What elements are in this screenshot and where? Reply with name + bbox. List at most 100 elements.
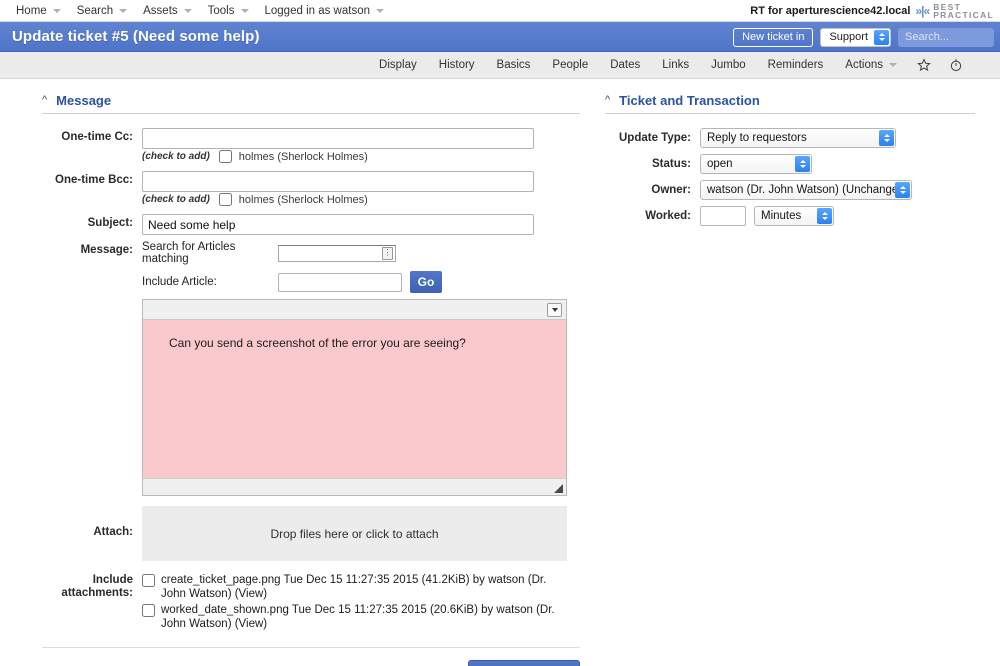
include-article-label: Include Article: <box>142 276 217 288</box>
message-editor: Can you send a screenshot of the error y… <box>142 299 567 496</box>
onetime-bcc-label: One-time Bcc: <box>55 174 133 186</box>
tab-dates-label: Dates <box>610 59 641 71</box>
tab-basics[interactable]: Basics <box>486 59 542 71</box>
onetime-cc-checkbox-label: holmes (Sherlock Holmes) <box>238 150 368 163</box>
select-arrows-icon <box>895 182 910 198</box>
attachment-checkbox[interactable] <box>142 604 155 617</box>
chevron-down-icon <box>119 8 128 13</box>
tab-actions-label: Actions <box>845 59 883 71</box>
include-attachments-row: Include attachments: create_ticket_page.… <box>42 571 600 633</box>
message-textarea[interactable]: Can you send a screenshot of the error y… <box>143 320 566 478</box>
onetime-bcc-checkbox[interactable] <box>218 193 232 206</box>
brand-line-2: PRACTICAL <box>933 10 994 20</box>
onetime-cc-input[interactable] <box>142 128 534 149</box>
owner-row: Owner: watson (Dr. John Watson) (Unchang… <box>605 180 1000 200</box>
attach-dropzone[interactable]: Drop files here or click to attach <box>142 506 567 561</box>
tab-basics-label: Basics <box>496 59 531 71</box>
include-article-input[interactable] <box>278 272 402 292</box>
update-type-label: Update Type: <box>619 132 691 144</box>
attach-field: Drop files here or click to attach <box>142 506 600 561</box>
chevron-down-icon <box>376 8 384 13</box>
tab-jumbo[interactable]: Jumbo <box>700 59 757 71</box>
new-ticket-button[interactable]: New ticket in <box>733 27 814 47</box>
nav-item-home[interactable]: Home <box>8 0 69 21</box>
go-button[interactable]: Go <box>410 271 442 293</box>
global-nav: Home Search Assets Tools Logged in as wa… <box>0 0 392 21</box>
tab-dates[interactable]: Dates <box>599 59 651 71</box>
nav-item-logged-in-user[interactable]: Logged in as watson <box>257 0 393 21</box>
top-utility-bar: Home Search Assets Tools Logged in as wa… <box>0 0 1000 22</box>
onetime-bcc-row: One-time Bcc: (check to add) holmes (She… <box>42 171 600 210</box>
chevron-up-icon[interactable]: ^ <box>42 95 47 106</box>
search-articles-input[interactable] <box>278 244 396 262</box>
onetime-cc-label: One-time Cc: <box>61 131 133 143</box>
stopwatch-icon[interactable] <box>940 58 972 72</box>
attachment-checkbox[interactable] <box>142 574 155 587</box>
nav-item-search-label: Search <box>76 4 114 17</box>
attachment-item: create_ticket_page.png Tue Dec 15 11:27:… <box>142 573 572 601</box>
attachments-list: create_ticket_page.png Tue Dec 15 11:27:… <box>142 571 600 633</box>
nav-item-tools[interactable]: Tools <box>200 0 257 21</box>
nav-item-home-label: Home <box>16 4 47 17</box>
queue-select-value: Support <box>829 31 868 43</box>
onetime-cc-hint: (check to add) <box>142 151 210 162</box>
form-actions: Update Ticket <box>42 648 580 666</box>
tab-reminders[interactable]: Reminders <box>757 59 835 71</box>
include-attachments-label-line1: Include <box>92 574 133 586</box>
tab-display-label: Display <box>379 59 417 71</box>
nav-item-assets[interactable]: Assets <box>135 0 200 21</box>
tab-links[interactable]: Links <box>651 59 700 71</box>
worked-input[interactable] <box>700 206 746 226</box>
onetime-cc-checkbox[interactable] <box>218 150 232 163</box>
nav-item-search[interactable]: Search <box>69 0 135 21</box>
select-arrows-icon <box>874 29 889 45</box>
include-attachments-label-line2: attachments: <box>61 587 133 599</box>
message-section-header: ^ Message <box>42 93 600 113</box>
message-field: Search for Articles matching ⋮ Include A… <box>142 241 600 496</box>
update-ticket-button[interactable]: Update Ticket <box>467 660 580 666</box>
ticket-transaction-column: ^ Ticket and Transaction Update Type: Re… <box>600 93 1000 666</box>
tab-links-label: Links <box>662 59 690 71</box>
onetime-cc-hint-row: (check to add) holmes (Sherlock Holmes) <box>142 150 600 163</box>
attachment-label[interactable]: create_ticket_page.png Tue Dec 15 11:27:… <box>161 573 572 601</box>
chevron-up-icon[interactable]: ^ <box>605 95 610 106</box>
tab-display[interactable]: Display <box>368 59 428 71</box>
page-title: Update ticket #5 (Need some help) <box>12 28 260 45</box>
status-label: Status: <box>652 158 691 170</box>
search-input[interactable] <box>898 27 994 47</box>
subject-input[interactable] <box>142 214 534 235</box>
tab-people[interactable]: People <box>541 59 599 71</box>
select-arrows-icon <box>795 156 810 172</box>
topbar-branding: RT for aperturescience42.local »|« BEST … <box>750 0 1000 22</box>
tab-history-label: History <box>438 59 475 71</box>
onetime-bcc-field: (check to add) holmes (Sherlock Holmes) <box>142 171 600 210</box>
status-select[interactable]: open <box>700 154 812 174</box>
chevron-down-icon <box>889 63 897 67</box>
tab-actions[interactable]: Actions <box>834 59 908 71</box>
worked-label: Worked: <box>645 210 691 222</box>
select-arrows-icon <box>817 208 832 224</box>
worked-unit-value: Minutes <box>761 210 802 222</box>
search-articles-row: Search for Articles matching ⋮ <box>142 241 600 265</box>
star-icon[interactable] <box>908 58 940 72</box>
onetime-bcc-input[interactable] <box>142 171 534 192</box>
queue-select[interactable]: Support <box>820 27 891 47</box>
update-type-select[interactable]: Reply to requestors <box>700 128 896 148</box>
resize-grip-icon[interactable] <box>554 484 563 493</box>
editor-footer <box>143 478 566 495</box>
message-label: Message: <box>80 244 133 256</box>
nav-item-assets-label: Assets <box>143 4 178 17</box>
section-divider <box>42 113 580 114</box>
tab-history[interactable]: History <box>428 59 486 71</box>
subject-row: Subject: <box>42 214 600 235</box>
nav-item-logged-in-user-label: Logged in as watson <box>264 4 371 17</box>
worked-unit-select[interactable]: Minutes <box>754 206 834 226</box>
attachment-label[interactable]: worked_date_shown.png Tue Dec 15 11:27:3… <box>161 603 572 631</box>
nav-item-tools-label: Tools <box>207 4 235 17</box>
chevron-down-icon <box>183 8 192 13</box>
tab-people-label: People <box>552 59 589 71</box>
editor-caret-down-icon[interactable] <box>547 302 562 317</box>
owner-select[interactable]: watson (Dr. John Watson) (Unchanged) <box>700 180 912 200</box>
message-column: ^ Message One-time Cc: (check to add) ho… <box>0 93 600 666</box>
chevron-down-icon <box>52 8 61 13</box>
